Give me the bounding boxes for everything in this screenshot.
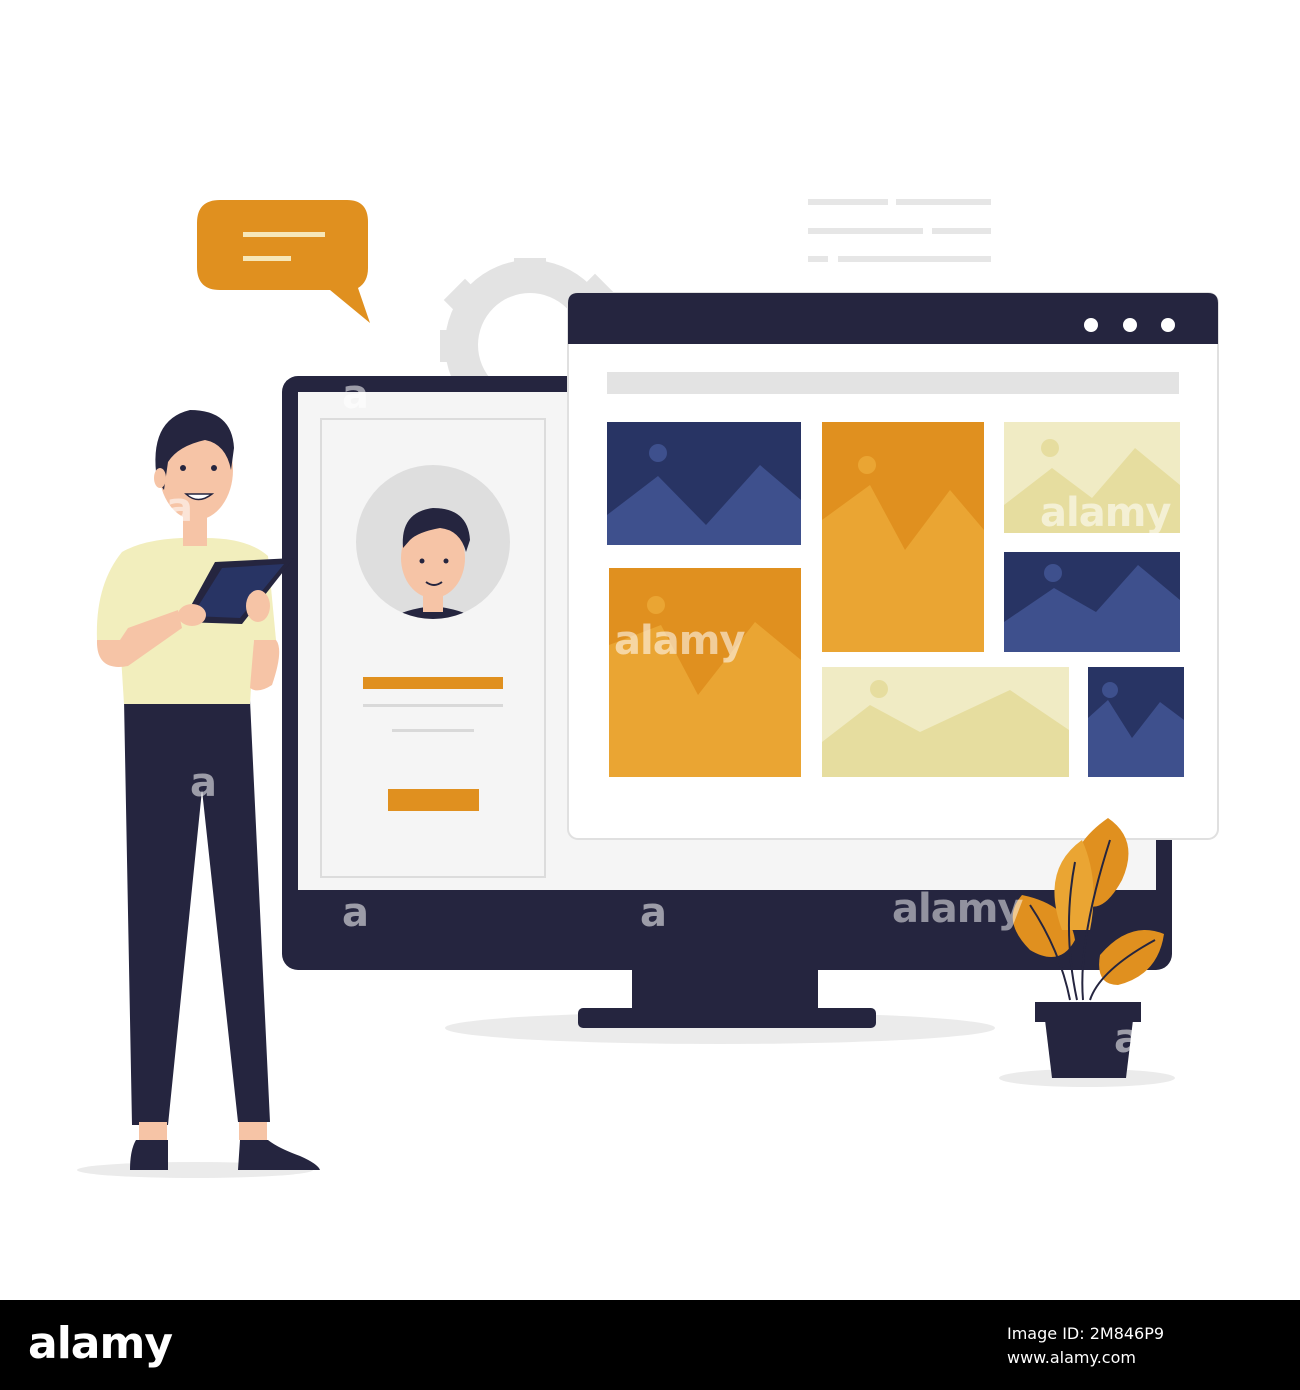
watermark-mark: a	[190, 760, 217, 806]
watermark-mark: a	[166, 485, 193, 531]
stock-footer: alamy Image ID: 2M846P9 www.alamy.com	[0, 1300, 1300, 1390]
brand-logo[interactable]: alamy	[28, 1318, 173, 1369]
watermark-mark: a	[640, 890, 667, 936]
image-thumbnail-icon	[1088, 667, 1184, 777]
watermark-mark: a	[342, 372, 369, 418]
site-url-link[interactable]: www.alamy.com	[1007, 1348, 1136, 1367]
image-thumbnail-icon	[822, 667, 1069, 777]
window-dot-icon	[1084, 318, 1098, 332]
image-thumbnail-icon	[1004, 552, 1180, 652]
image-id-label: Image ID: 2M846P9	[1007, 1324, 1165, 1343]
profile-card	[320, 418, 546, 878]
image-thumbnail-icon	[607, 422, 801, 545]
watermark-mark: a	[1114, 1016, 1141, 1062]
chat-bubble-icon	[197, 200, 370, 323]
image-thumbnail-icon	[609, 568, 801, 777]
address-bar	[607, 372, 1179, 394]
window-dot-icon	[1123, 318, 1137, 332]
watermark-word: alamy	[892, 886, 1023, 932]
watermark-mark: a	[342, 890, 369, 936]
watermark-word: alamy	[614, 618, 745, 664]
watermark-word: alamy	[1040, 490, 1171, 536]
gallery-grid	[607, 422, 1184, 777]
illustration-stage: a a alamy alamy alamy a a a a	[0, 0, 1300, 1300]
decorative-text-lines	[808, 199, 991, 262]
image-thumbnail-icon	[822, 422, 984, 652]
window-dot-icon	[1161, 318, 1175, 332]
